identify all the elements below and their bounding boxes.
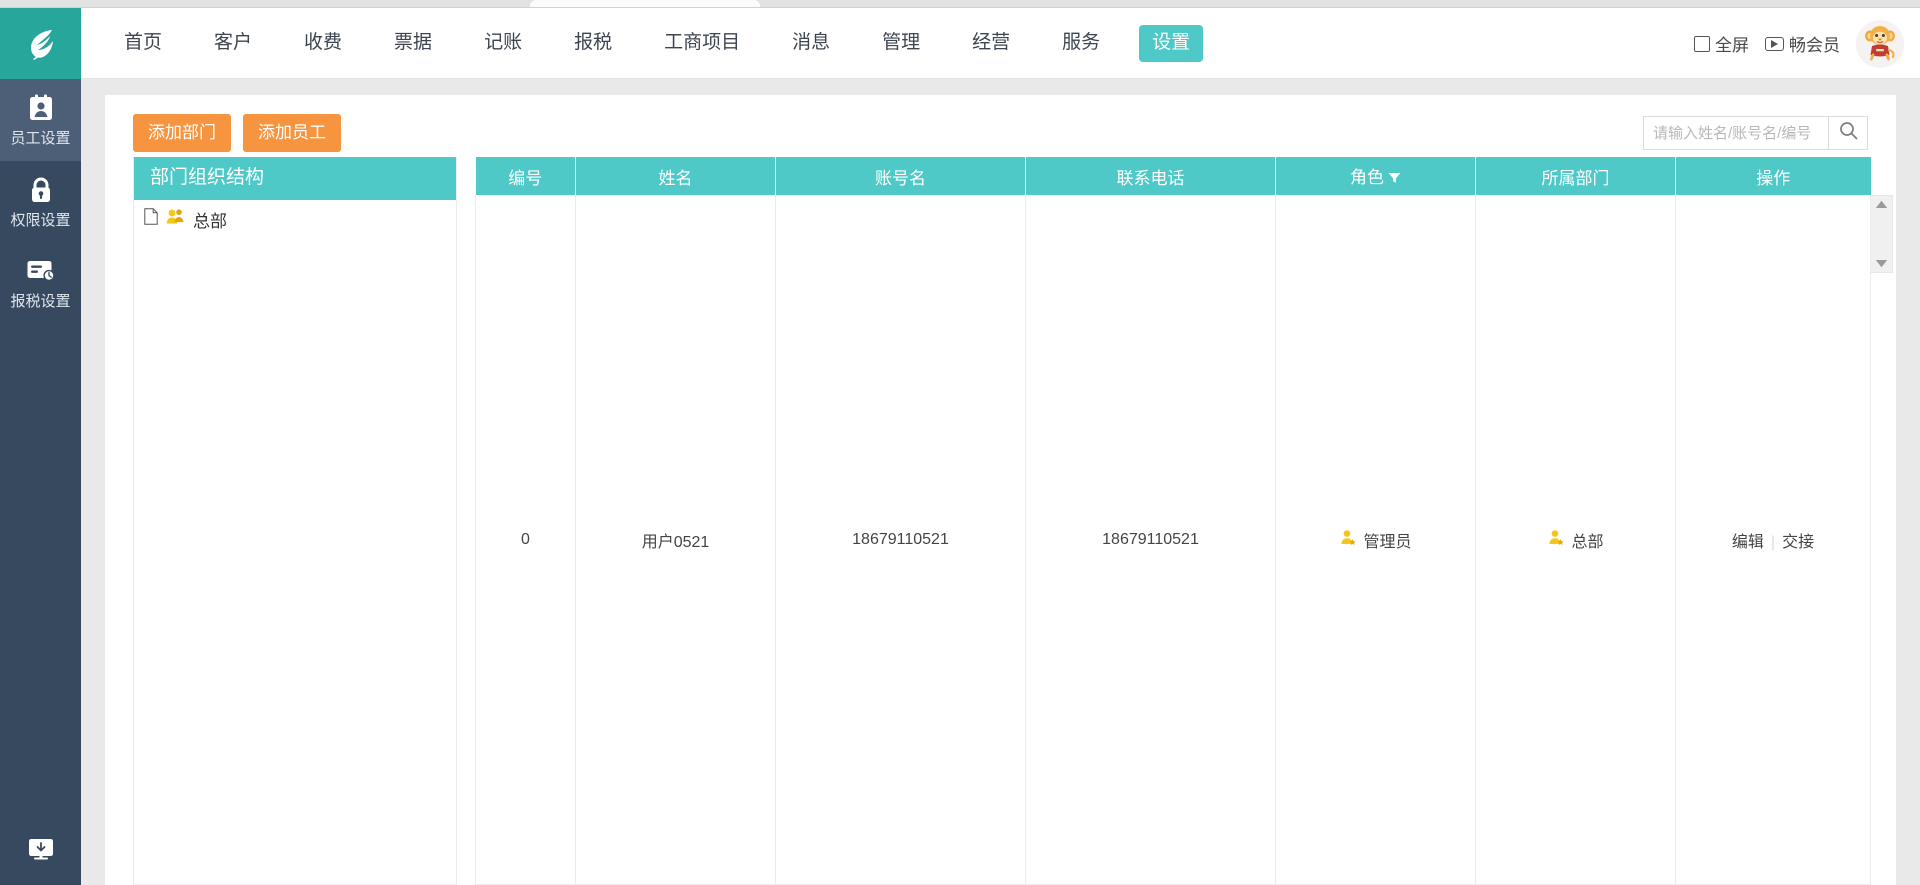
- column-header-account[interactable]: 账号名: [775, 157, 1026, 195]
- member-label: 畅会员: [1789, 36, 1840, 55]
- column-header-name[interactable]: 姓名: [575, 157, 776, 195]
- user-star-icon: [1547, 529, 1565, 551]
- sidebar-item-label: 报税设置: [10, 293, 71, 310]
- cell-department: 总部: [1475, 195, 1676, 885]
- handover-link[interactable]: 交接: [1775, 534, 1821, 551]
- fullscreen-button[interactable]: 全屏: [1694, 31, 1749, 56]
- department-tree-title: 部门组织结构: [134, 157, 456, 200]
- filter-icon[interactable]: [1388, 169, 1401, 189]
- nav-item-messages[interactable]: 消息: [779, 25, 843, 62]
- add-department-button[interactable]: 添加部门: [133, 113, 231, 153]
- main-navigation: 首页 客户 收费 票据 记账 报税 工商项目 消息 管理 经营 服务 设置: [81, 8, 1216, 79]
- nav-item-tax-filing[interactable]: 报税: [561, 25, 625, 62]
- column-header-role-label: 角色: [1350, 168, 1384, 187]
- table-header-row: 编号 姓名 账号名 联系电话 角色 所属部门 操作: [475, 157, 1871, 195]
- employee-table-panel: 编号 姓名 账号名 联系电话 角色 所属部门 操作 0 用户0521 18679…: [475, 157, 1893, 885]
- main-content: 添加部门 添加员工 部门组织结构: [81, 79, 1920, 885]
- sidebar-item-permission-settings[interactable]: 权限设置: [0, 161, 81, 243]
- cell-department-label: 总部: [1571, 533, 1604, 551]
- header-actions: 全屏 畅会员: [1694, 8, 1920, 79]
- nav-item-business-projects[interactable]: 工商项目: [651, 25, 753, 62]
- cell-actions: 编辑 | 交接: [1675, 195, 1871, 885]
- sidebar-item-label: 员工设置: [10, 130, 71, 147]
- column-header-role[interactable]: 角色: [1275, 157, 1476, 195]
- nav-item-invoices[interactable]: 票据: [381, 25, 445, 62]
- search-input[interactable]: [1643, 116, 1828, 150]
- nav-item-home[interactable]: 首页: [111, 25, 175, 62]
- sidebar-item-employee-settings[interactable]: 员工设置: [0, 79, 81, 161]
- card-toolbar: 添加部门 添加员工: [105, 109, 1896, 157]
- app-logo[interactable]: [0, 8, 81, 79]
- table-scrollbar[interactable]: [1871, 195, 1893, 273]
- content-card: 添加部门 添加员工 部门组织结构: [105, 95, 1896, 885]
- cell-role: 管理员: [1275, 195, 1476, 885]
- sidebar-download-button[interactable]: [0, 837, 81, 869]
- sidebar-item-tax-settings[interactable]: 报税设置: [0, 242, 81, 324]
- user-star-icon: [1339, 529, 1357, 551]
- browser-tab-nub: [530, 0, 760, 7]
- cell-role-label: 管理员: [1363, 533, 1412, 551]
- app-header: 首页 客户 收费 票据 记账 报税 工商项目 消息 管理 经营 服务 设置 全屏…: [0, 8, 1920, 79]
- caret-up-icon[interactable]: [1875, 200, 1888, 209]
- cell-account: 18679110521: [775, 195, 1026, 885]
- table-row[interactable]: 0 用户0521 18679110521 18679110521 管理员 总部 …: [475, 195, 1871, 885]
- lock-icon: [0, 175, 81, 205]
- cell-id: 0: [475, 195, 576, 885]
- tree-node-headquarters[interactable]: 总部: [134, 200, 456, 239]
- caret-down-icon[interactable]: [1875, 259, 1888, 268]
- monitor-download-icon: [26, 837, 56, 869]
- employee-table: 编号 姓名 账号名 联系电话 角色 所属部门 操作 0 用户0521 18679…: [475, 157, 1871, 885]
- column-header-phone[interactable]: 联系电话: [1025, 157, 1276, 195]
- left-sidebar: 员工设置 权限设置 报税设置: [0, 79, 81, 885]
- id-badge-icon: [0, 93, 81, 123]
- feather-logo-icon: [21, 24, 61, 64]
- nav-item-operations[interactable]: 经营: [959, 25, 1023, 62]
- nav-item-fees[interactable]: 收费: [291, 25, 355, 62]
- fullscreen-icon: [1694, 35, 1710, 52]
- column-header-actions: 操作: [1675, 157, 1871, 195]
- users-group-icon: [166, 208, 185, 230]
- document-icon: [144, 208, 158, 230]
- play-icon: [1765, 36, 1784, 51]
- search-button[interactable]: [1828, 116, 1868, 150]
- nav-item-customer[interactable]: 客户: [201, 25, 265, 62]
- member-button[interactable]: 畅会员: [1765, 31, 1840, 56]
- cell-name: 用户0521: [575, 195, 776, 885]
- nav-item-management[interactable]: 管理: [869, 25, 933, 62]
- nav-item-settings[interactable]: 设置: [1139, 25, 1204, 62]
- tree-node-label: 总部: [193, 211, 227, 231]
- tax-card-icon: [0, 256, 81, 286]
- card-body: 部门组织结构 总部 编号 姓名 账号名 联系电话 角色 所属部门 操作 0 用户…: [105, 157, 1896, 885]
- search-icon: [1839, 121, 1858, 145]
- browser-top-strip: [0, 0, 1920, 8]
- add-employee-button[interactable]: 添加员工: [243, 113, 341, 153]
- avatar[interactable]: [1856, 19, 1904, 68]
- column-header-department[interactable]: 所属部门: [1475, 157, 1676, 195]
- search-area: [1643, 116, 1868, 150]
- department-tree-panel: 部门组织结构 总部: [133, 157, 457, 885]
- column-header-id[interactable]: 编号: [475, 157, 576, 195]
- monkey-avatar-icon: [1859, 20, 1901, 67]
- edit-link[interactable]: 编辑: [1725, 534, 1771, 551]
- fullscreen-label: 全屏: [1715, 36, 1749, 55]
- nav-item-bookkeeping[interactable]: 记账: [471, 25, 535, 62]
- nav-item-services[interactable]: 服务: [1049, 25, 1113, 62]
- cell-phone: 18679110521: [1025, 195, 1276, 885]
- sidebar-item-label: 权限设置: [10, 211, 71, 229]
